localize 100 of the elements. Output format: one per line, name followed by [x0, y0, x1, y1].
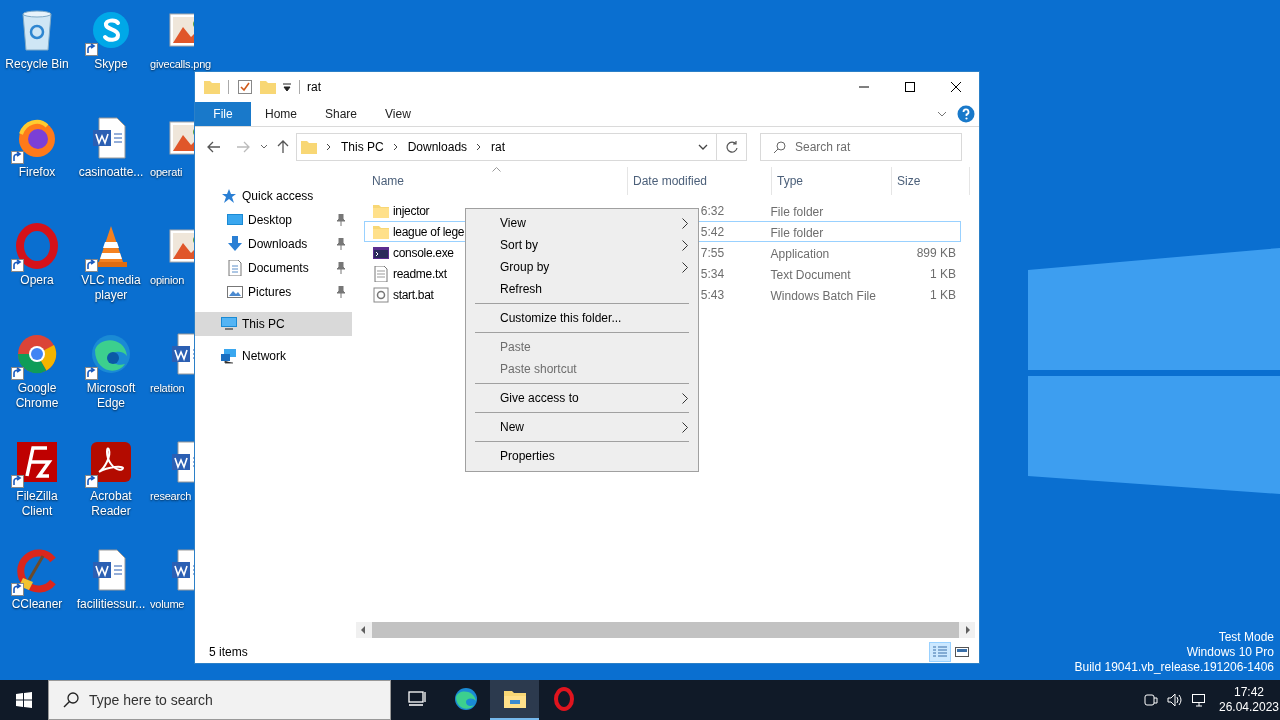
breadcrumb[interactable]: Downloads [407, 138, 468, 156]
icon-label[interactable]: Firefox [1, 165, 73, 180]
column-header[interactable]: Size [892, 167, 970, 195]
icon-label[interactable]: opinion [150, 273, 185, 288]
icon-label[interactable]: FileZilla Client [1, 489, 73, 519]
icon-label[interactable]: Microsoft Edge [75, 381, 147, 411]
icon-label[interactable]: Acrobat Reader [75, 489, 147, 519]
folder-icon [373, 202, 389, 219]
details-view-icon [933, 646, 947, 658]
file-size: 1 KB [930, 286, 956, 304]
folder-icon [204, 80, 220, 94]
folder-icon [373, 223, 389, 240]
file-name[interactable]: injector [393, 201, 430, 220]
search-field[interactable]: Search rat [795, 134, 945, 160]
system-info-text: Test Mode [1218, 630, 1274, 645]
taskbar-search-box[interactable]: Type here to search [48, 680, 391, 720]
file-size: 1 KB [930, 265, 956, 283]
ring-logo-icon [551, 687, 576, 711]
icon-label[interactable]: Google Chrome [1, 381, 73, 411]
text-file-icon [373, 265, 389, 282]
icon-label[interactable]: relation [150, 381, 185, 396]
column-header[interactable]: Date modified [628, 167, 772, 195]
file-type: Application [770, 246, 830, 261]
date-modified: 5:43 [699, 286, 725, 304]
file-name[interactable]: league of lege [393, 222, 465, 241]
nav-item[interactable]: Downloads [195, 232, 352, 256]
clock-time: 17:42 [1234, 685, 1264, 700]
folder-icon [301, 140, 317, 154]
expand-ribbon-icon [937, 111, 947, 117]
chevron-icon [326, 143, 332, 151]
icon-label[interactable]: volume [150, 597, 185, 612]
menu-item[interactable]: Properties [466, 445, 698, 467]
monitor-icon [227, 212, 243, 228]
column-header[interactable]: Type [772, 167, 892, 195]
column-header[interactable]: Name [367, 167, 628, 195]
menu-item[interactable]: View [466, 212, 698, 234]
nav-item[interactable]: This PC [195, 312, 352, 336]
network-icon [1192, 693, 1208, 707]
nav-item[interactable]: Quick access [195, 184, 352, 208]
icon-label[interactable]: facilitiessur... [75, 597, 147, 612]
icon-label[interactable]: givecalls.png [150, 57, 211, 72]
search-icon [63, 692, 79, 708]
taskbar-search-field[interactable]: Type here to search [89, 681, 369, 719]
system-info-text: Windows 10 Pro [1186, 645, 1274, 660]
nav-item[interactable]: Network [195, 344, 352, 368]
ribbon-tab[interactable]: View [371, 102, 425, 126]
menu-item[interactable]: New [466, 416, 698, 438]
scroll-right-icon [965, 626, 971, 634]
document-icon [227, 260, 243, 276]
file-tab[interactable]: File [195, 102, 251, 126]
thumbnail-view-icon [955, 646, 969, 658]
nav-item[interactable]: Pictures [195, 280, 352, 304]
back-icon [207, 141, 221, 153]
window-title: rat [307, 79, 321, 96]
file-name[interactable]: console.exe [393, 243, 454, 262]
computer-icon [221, 316, 237, 332]
address-bar[interactable]: This PC Downloads rat [296, 133, 717, 161]
icon-label[interactable]: VLC media player [75, 273, 147, 303]
ribbon-tab[interactable]: Home [251, 102, 311, 126]
download-arrow-icon [227, 236, 243, 252]
icon-label[interactable]: Recycle Bin [1, 57, 73, 72]
menu-item[interactable]: Sort by [466, 234, 698, 256]
properties-icon [237, 79, 253, 95]
gear-file-icon [373, 286, 389, 303]
menu-item[interactable]: Refresh [466, 278, 698, 300]
icon-label[interactable]: Opera [1, 273, 73, 288]
nav-item[interactable]: Documents [195, 256, 352, 280]
menu-item[interactable]: Group by [466, 256, 698, 278]
nav-item[interactable]: Desktop [195, 208, 352, 232]
date-modified: 5:42 [699, 223, 725, 241]
icon-label[interactable]: casinoatte... [75, 165, 147, 180]
icon-label[interactable]: research [150, 489, 192, 504]
dropdown-icon [282, 82, 292, 92]
breadcrumb[interactable]: This PC [341, 138, 384, 156]
forward-icon [236, 141, 250, 153]
windows-icon [16, 692, 32, 708]
ribbon-tab[interactable]: Share [311, 102, 372, 126]
clock[interactable]: 17:42 26.04.2023 [1218, 680, 1280, 720]
star-icon [221, 188, 237, 204]
menu-item[interactable]: Give access to [466, 387, 698, 409]
volume-icon [1167, 693, 1183, 707]
search-box[interactable]: Search rat [760, 133, 962, 161]
menu-item[interactable]: Customize this folder... [466, 307, 698, 329]
date-modified: 7:55 [699, 244, 725, 262]
icon-label[interactable]: CCleaner [1, 597, 73, 612]
date-modified: 5:34 [699, 265, 725, 283]
close-icon [951, 82, 961, 92]
task-view-icon [407, 690, 426, 708]
refresh-icon [725, 141, 738, 153]
people-icon [1144, 693, 1158, 707]
taskbar-app-button[interactable] [490, 680, 539, 720]
ring-logo-icon [13, 222, 61, 270]
chevron-icon [476, 143, 483, 151]
refresh-button[interactable] [717, 133, 747, 161]
file-name[interactable]: start.bat [393, 285, 434, 304]
clock-date: 26.04.2023 [1218, 700, 1280, 715]
file-name[interactable]: readme.txt [393, 264, 447, 283]
breadcrumb[interactable]: rat [491, 138, 506, 156]
icon-label[interactable]: operati [150, 165, 183, 180]
icon-label[interactable]: Skype [75, 57, 147, 72]
